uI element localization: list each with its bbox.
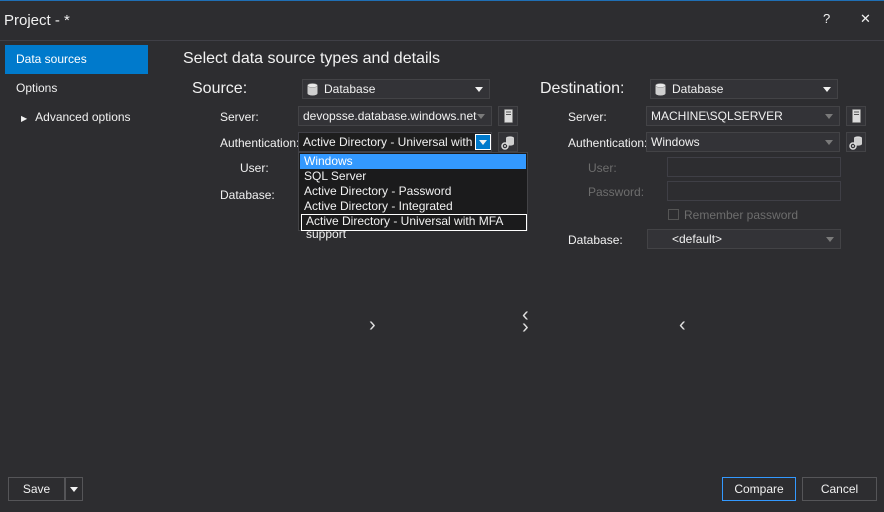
destination-database-select[interactable]: <default> [647,229,841,249]
destination-title: Destination: [540,80,625,97]
destination-server-field[interactable]: MACHINE\SQLSERVER [646,106,840,126]
source-auth-label: Authentication: [220,136,300,150]
database-icon [655,83,666,96]
remember-password-checkbox[interactable] [668,209,679,220]
destination-auth-select[interactable]: Windows [646,132,840,152]
swap-right-icon: › [522,316,529,338]
database-settings-icon [501,136,514,150]
title-divider [0,40,884,41]
destination-database-label: Database: [568,233,623,247]
source-server-label: Server: [220,110,259,124]
chevron-down-icon [475,87,483,92]
database-settings-icon [849,136,862,150]
chevron-down-icon [826,237,834,242]
close-button[interactable]: ✕ [860,11,871,27]
destination-password-label: Password: [588,185,645,199]
destination-password-input[interactable] [667,181,841,201]
nav-item-label: Advanced options [35,110,131,124]
cancel-button[interactable]: Cancel [802,477,877,501]
help-button[interactable]: ? [823,11,830,26]
page-title: Select data source types and details [183,50,441,67]
chevron-down-icon [70,487,78,492]
auth-option-windows[interactable]: Windows [300,154,526,169]
source-database-label: Database: [220,188,275,202]
database-icon [307,83,318,96]
destination-user-input[interactable] [667,157,841,177]
nav-item-label: Options [16,81,58,95]
compare-button[interactable]: Compare [722,477,796,501]
server-icon [851,109,861,123]
chevron-down-icon [823,87,831,92]
source-auth-value: Active Directory - Universal with ... [303,135,486,149]
destination-type-select[interactable]: Database [650,79,838,99]
destination-database-value: <default> [672,232,723,246]
source-auth-dropdown-button[interactable] [475,134,491,150]
expand-arrow-icon[interactable]: ▶ [21,114,27,123]
source-auth-select[interactable]: Active Directory - Universal with ... [298,132,492,152]
source-title: Source: [192,80,248,97]
source-user-label: User: [240,161,269,175]
destination-server-label: Server: [568,110,607,124]
nav-item-advanced-options[interactable]: ▶ Advanced options [5,103,148,132]
chevron-down-icon [479,140,487,145]
source-db-settings-button[interactable] [498,132,518,152]
server-icon [503,109,513,123]
destination-auth-label: Authentication: [568,136,648,150]
title-bar [0,0,884,40]
nav-item-data-sources[interactable]: Data sources [5,45,148,74]
source-server-field[interactable]: devopsse.database.windows.net [298,106,492,126]
destination-browse-server-button[interactable] [846,106,866,126]
destination-db-settings-button[interactable] [846,132,866,152]
source-server-value: devopsse.database.windows.net [303,109,477,123]
destination-user-label: User: [588,161,617,175]
nav-item-label: Data sources [16,52,87,66]
swap-sources-icon[interactable]: ‹ › [522,305,529,338]
destination-server-value: MACHINE\SQLSERVER [651,109,783,123]
destination-auth-value: Windows [651,135,700,149]
auth-option-ad-integrated[interactable]: Active Directory - Integrated [300,199,526,214]
save-button[interactable]: Save [8,477,65,501]
auth-option-ad-universal-mfa[interactable]: Active Directory - Universal with MFA su… [301,214,527,241]
source-type-value: Database [324,82,376,96]
remember-password-label: Remember password [684,208,799,222]
destination-type-value: Database [672,82,724,96]
save-options-button[interactable] [65,477,83,501]
nav-item-options[interactable]: Options [5,74,148,103]
auth-option-ad-password[interactable]: Active Directory - Password [300,184,526,199]
copy-to-destination-arrow-icon[interactable]: › [369,314,376,337]
auth-option-sql-server[interactable]: SQL Server [300,169,526,184]
copy-to-source-arrow-icon[interactable]: ‹ [679,314,686,337]
chevron-down-icon [825,114,833,119]
chevron-down-icon [825,140,833,145]
browse-server-button[interactable] [498,106,518,126]
source-type-select[interactable]: Database [302,79,490,99]
window-title: Project - * [4,12,70,29]
auth-options-dropdown: Windows SQL Server Active Directory - Pa… [298,152,528,241]
chevron-down-icon [477,114,485,119]
